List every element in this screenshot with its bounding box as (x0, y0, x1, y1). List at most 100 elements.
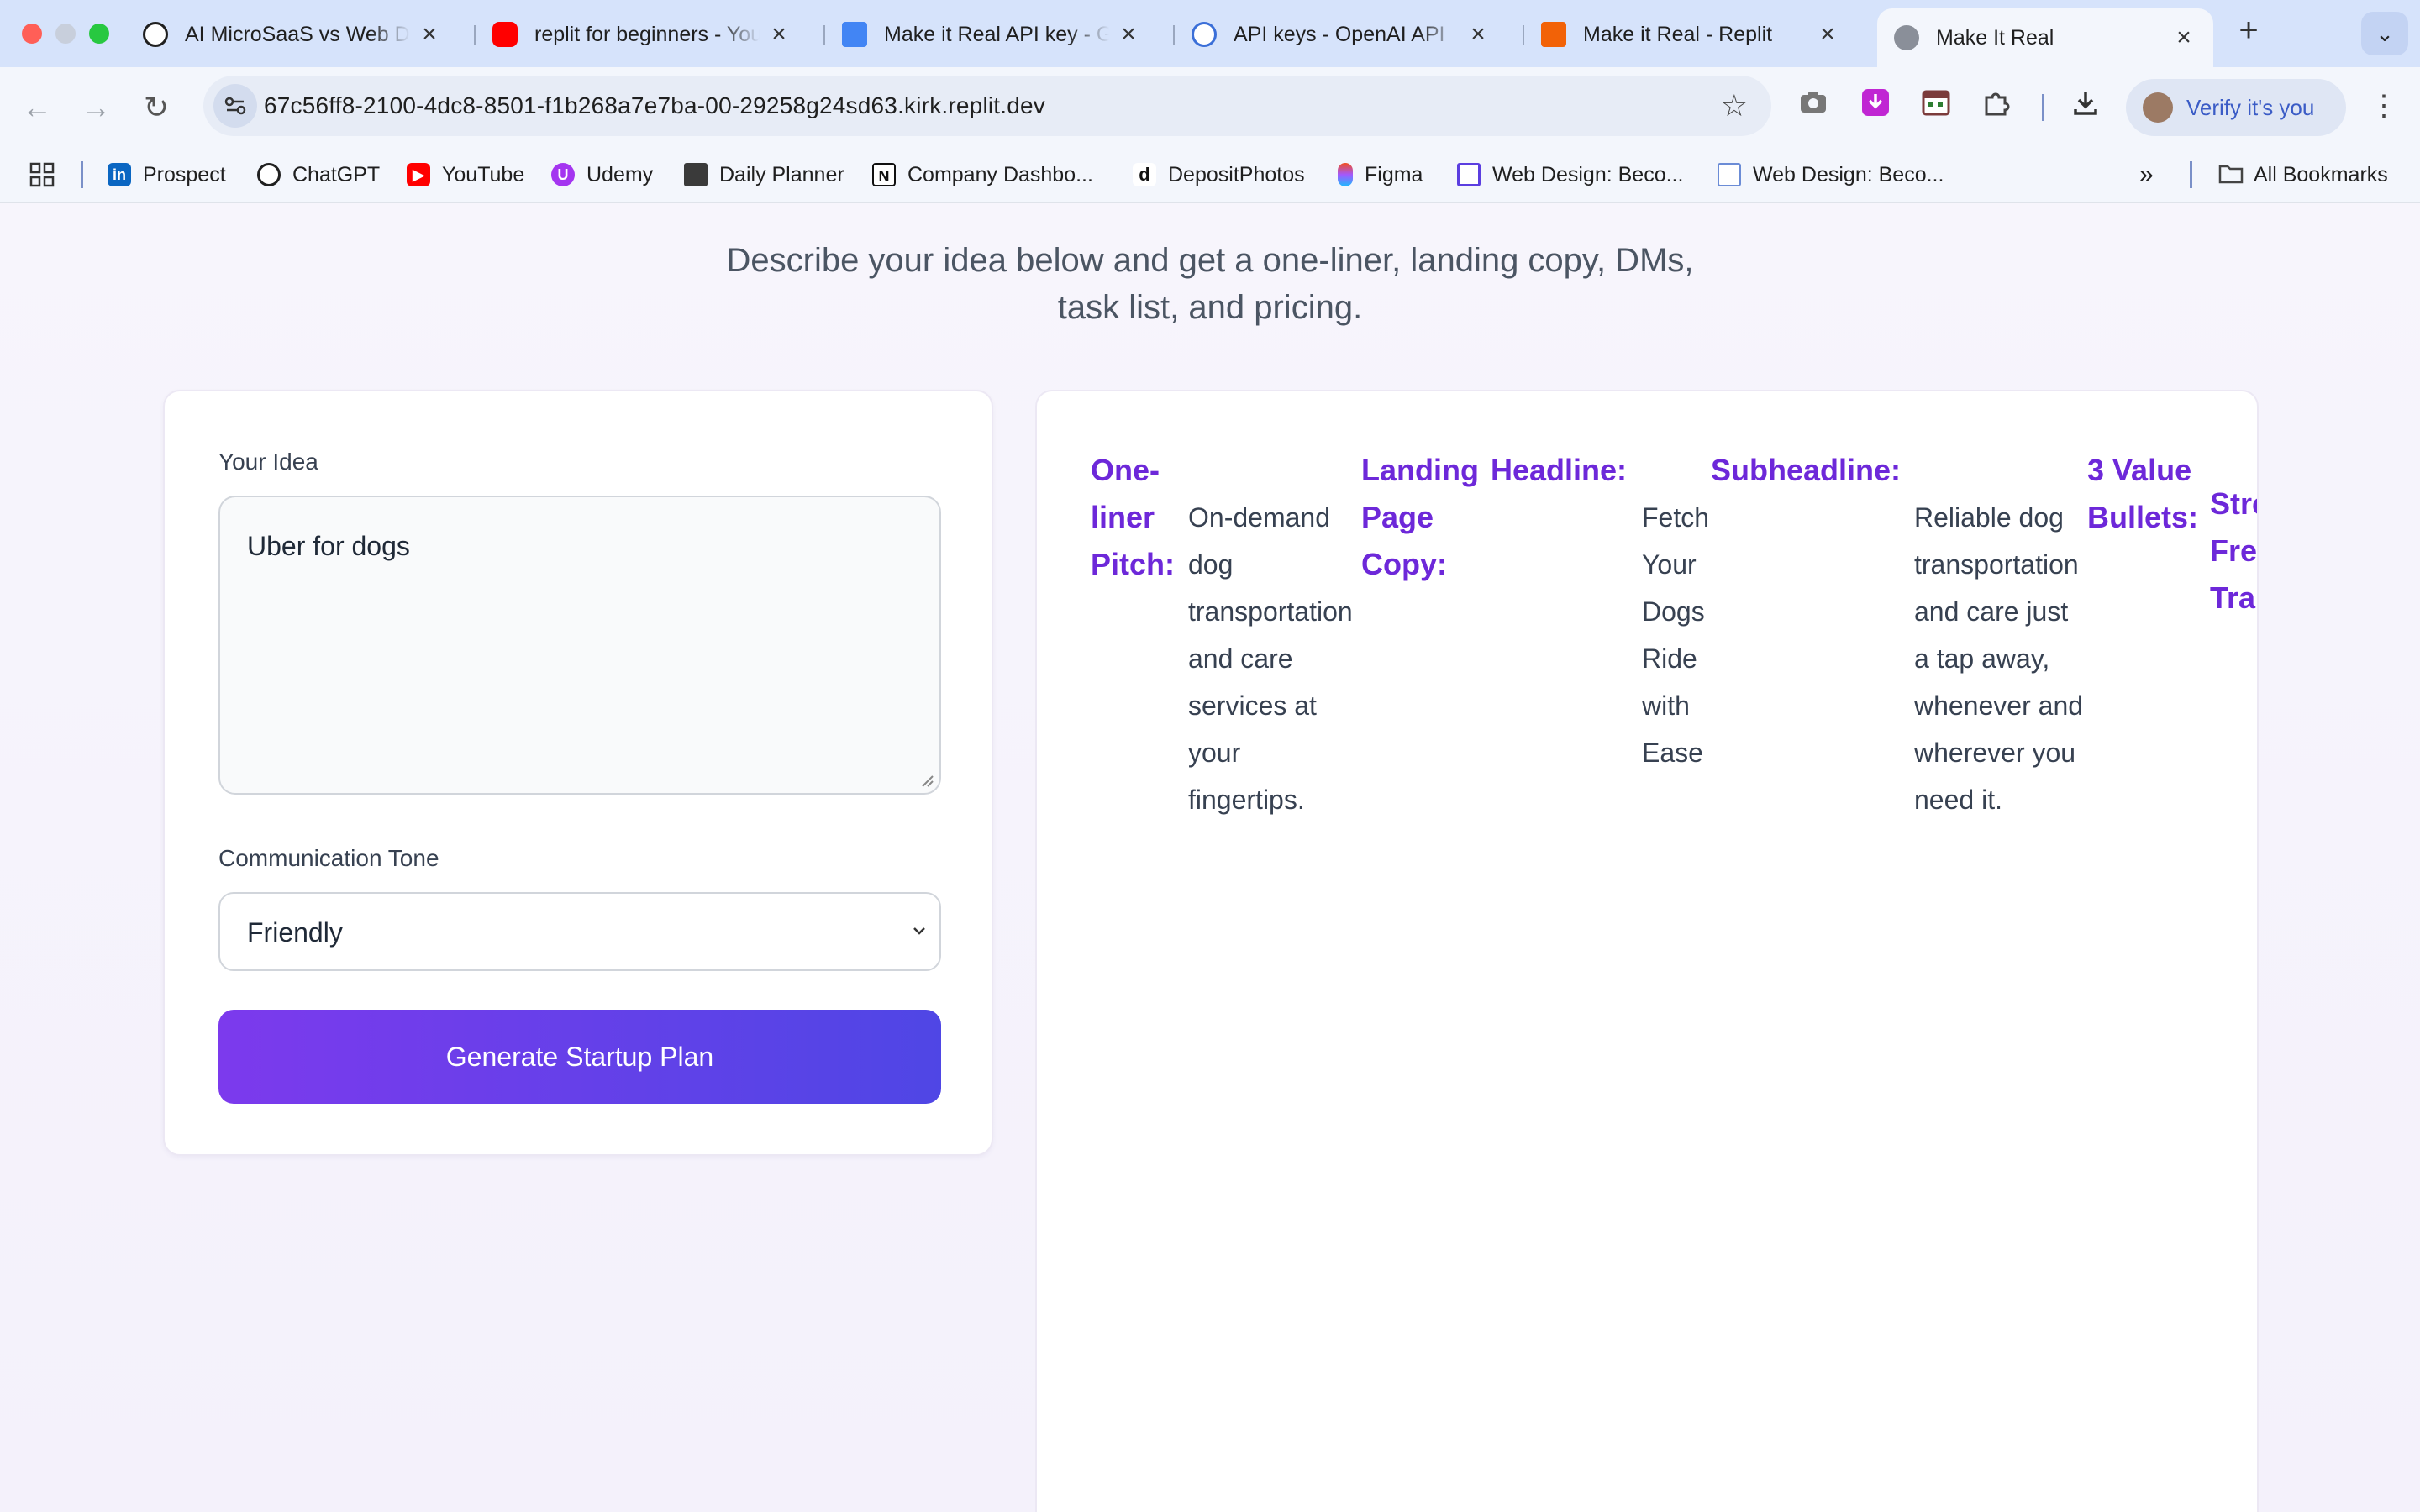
headline-heading: Headline: (1491, 447, 1627, 494)
one-liner-heading: One- liner Pitch: (1091, 447, 1175, 588)
generate-startup-plan-button[interactable]: Generate Startup Plan (218, 1010, 941, 1104)
heading-line: Bullets: (2087, 500, 2199, 534)
new-tab-button[interactable]: + (2230, 12, 2267, 50)
tab-title: Make it Real API key - G (884, 22, 1109, 46)
tab-title: Make It Real (1936, 25, 2054, 50)
idea-label: Your Idea (218, 449, 318, 475)
bookmark-daily-planner[interactable]: Daily Planner (684, 148, 844, 202)
notebook-icon (684, 163, 708, 186)
close-icon[interactable]: × (766, 20, 792, 49)
body-line: Your (1642, 549, 1697, 580)
figma-icon (1338, 163, 1353, 186)
bookmark-web-design-1[interactable]: Web Design: Beco... (1457, 148, 1683, 202)
back-arrow-icon[interactable]: ← (13, 84, 60, 131)
heading-line: Pitch: (1091, 547, 1176, 581)
address-bar[interactable]: 67c56ff8-2100-4dc8-8501-f1b268a7e7ba-00-… (203, 76, 1771, 136)
reload-icon[interactable]: ↻ (133, 84, 180, 131)
idea-form-card: Your Idea Communication Tone Friendly Ge… (163, 390, 993, 1156)
body-line: a tap away, (1914, 643, 2050, 674)
tab-title: replit for beginners - You (534, 22, 760, 46)
globe-icon (1894, 25, 1919, 50)
heading-line: Page (1361, 500, 1434, 534)
tab-make-it-real-api-key[interactable]: Make it Real API key - G × (825, 10, 1158, 59)
close-icon[interactable]: × (2171, 24, 2196, 52)
bookmark-prospect[interactable]: in Prospect (108, 148, 226, 202)
headline-body: Fetch Your Dogs Ride with Ease (1642, 494, 1709, 776)
idea-textarea[interactable] (218, 496, 941, 795)
body-line: Ride (1642, 643, 1697, 674)
close-icon[interactable]: × (1815, 20, 1840, 49)
bookmark-depositphotos[interactable]: d DepositPhotos (1133, 148, 1305, 202)
downloads-icon[interactable] (2067, 87, 2104, 124)
bookmark-label: All Bookmarks (2254, 162, 2388, 186)
bookmark-star-icon[interactable]: ☆ (1721, 76, 1748, 136)
heading-line: Copy: (1361, 547, 1447, 581)
apps-grid-icon[interactable] (29, 148, 55, 202)
tone-selected-value: Friendly (247, 917, 343, 948)
body-line: transportation (1914, 549, 2079, 580)
avatar (2143, 92, 2173, 123)
bookmark-youtube[interactable]: ▶ YouTube (407, 148, 524, 202)
body-line: Dogs (1642, 596, 1705, 627)
body-line: On-demand (1188, 502, 1330, 533)
webpage-icon (1718, 163, 1741, 186)
close-window-button[interactable] (22, 24, 42, 44)
body-line: need it. (1914, 785, 2002, 815)
google-docs-icon (842, 22, 867, 47)
bookmark-label: Figma (1365, 162, 1423, 186)
download-extension-icon[interactable] (1857, 87, 1894, 124)
body-line: Tra (2210, 580, 2256, 615)
body-line: Fetch (1642, 502, 1710, 533)
body-line: Reliable dog (1914, 502, 2064, 533)
tab-replit-for-beginners[interactable]: replit for beginners - You × (476, 10, 808, 59)
tab-strip: AI MicroSaaS vs Web De × replit for begi… (0, 0, 2420, 67)
body-line: with (1642, 690, 1690, 721)
openai-icon (1192, 22, 1217, 47)
chevron-down-icon (913, 927, 925, 935)
bookmark-company-dashboard[interactable]: N Company Dashbo... (872, 148, 1093, 202)
browser-menu-icon[interactable]: ⋮ (2370, 87, 2398, 124)
chatgpt-icon (257, 163, 281, 186)
heading-line: Landing (1361, 453, 1479, 487)
page-content: Describe your idea below and get a one-l… (0, 203, 2420, 1512)
notion-icon: N (872, 163, 896, 186)
tone-select[interactable]: Friendly (218, 892, 941, 971)
forward-arrow-icon[interactable]: → (72, 84, 119, 131)
more-bookmarks-chevron-icon[interactable]: » (2139, 148, 2154, 202)
tab-ai-microsaas[interactable]: AI MicroSaaS vs Web De × (126, 10, 459, 59)
camera-icon[interactable] (1795, 87, 1832, 124)
verify-profile-button[interactable]: Verify it's you (2126, 79, 2346, 136)
bookmark-web-design-2[interactable]: Web Design: Beco... (1718, 148, 1944, 202)
puzzle-extensions-icon[interactable] (1978, 87, 2015, 124)
tab-make-it-real-active[interactable]: Make It Real × (1877, 8, 2213, 67)
tab-search-button[interactable]: ⌄ (2361, 12, 2408, 55)
close-icon[interactable]: × (1465, 20, 1491, 49)
close-icon[interactable]: × (417, 20, 442, 49)
all-bookmarks-button[interactable]: All Bookmarks (2218, 148, 2388, 202)
tab-api-keys-openai[interactable]: API keys - OpenAI API × (1175, 10, 1507, 59)
bookmark-label: Web Design: Beco... (1492, 162, 1684, 186)
calendar-extension-icon[interactable] (1918, 87, 1954, 124)
bookmark-udemy[interactable]: U Udemy (551, 148, 653, 202)
bookmark-label: Prospect (143, 162, 226, 186)
close-icon[interactable]: × (1116, 20, 1141, 49)
body-line: whenever and (1914, 690, 2084, 721)
youtube-icon (492, 22, 518, 47)
tab-title: AI MicroSaaS vs Web De (185, 22, 410, 46)
url-text: 67c56ff8-2100-4dc8-8501-f1b268a7e7ba-00-… (264, 92, 1045, 118)
maximize-window-button[interactable] (89, 24, 109, 44)
tab-make-it-real-replit[interactable]: Make it Real - Replit × (1524, 10, 1857, 59)
replit-icon (1541, 22, 1566, 47)
bookmark-chatgpt[interactable]: ChatGPT (257, 148, 380, 202)
resize-grip-icon[interactable] (919, 773, 934, 788)
depositphotos-icon: d (1133, 163, 1156, 186)
youtube-icon: ▶ (407, 163, 430, 186)
tab-title: API keys - OpenAI API (1234, 22, 1445, 46)
heading-line: liner (1091, 500, 1155, 534)
minimize-window-button[interactable] (55, 24, 76, 44)
bookmark-figma[interactable]: Figma (1338, 148, 1423, 202)
body-line: Fre (2210, 533, 2258, 568)
site-settings-icon[interactable] (213, 84, 257, 128)
body-line: and care just (1914, 596, 2069, 627)
bookmark-label: Company Dashbo... (908, 162, 1093, 186)
